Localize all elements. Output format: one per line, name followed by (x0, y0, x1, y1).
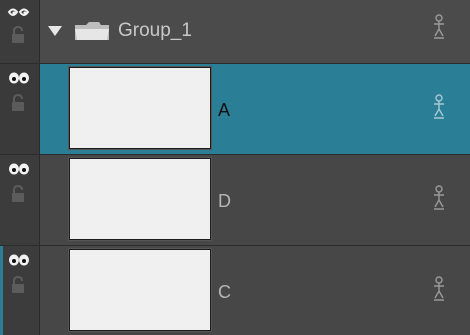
lock-icon[interactable] (11, 276, 25, 294)
eye-icon[interactable] (7, 71, 31, 85)
folder-icon (75, 22, 109, 40)
eye-icon[interactable] (7, 162, 31, 176)
drop-indicator (0, 246, 3, 335)
puppet-icon[interactable] (431, 185, 447, 211)
layer-thumbnail[interactable] (69, 158, 211, 240)
group-name[interactable]: Group_1 (118, 20, 192, 42)
lock-icon[interactable] (11, 185, 25, 203)
puppet-icon[interactable] (431, 276, 447, 302)
puppet-icon[interactable] (431, 14, 447, 40)
layer-thumbnail[interactable] (69, 249, 211, 331)
layer-name[interactable]: D (218, 191, 231, 212)
layer-name[interactable]: C (218, 282, 231, 303)
layer-row[interactable]: C (0, 246, 470, 335)
chevron-down-icon[interactable] (48, 25, 62, 37)
eye-closed-icon[interactable] (7, 7, 31, 21)
group-gutter (0, 0, 40, 63)
layer-gutter (0, 64, 40, 154)
layer-gutter (0, 155, 40, 245)
layer-name[interactable]: A (218, 100, 230, 121)
eye-icon[interactable] (7, 253, 31, 267)
lock-icon[interactable] (11, 94, 25, 112)
lock-icon[interactable] (11, 26, 25, 44)
layer-row[interactable]: A (0, 64, 470, 155)
layer-row[interactable]: D (0, 155, 470, 246)
puppet-icon[interactable] (431, 94, 447, 120)
layer-thumbnail[interactable] (69, 67, 211, 149)
layer-gutter (0, 246, 40, 335)
group-row[interactable]: Group_1 (0, 0, 470, 64)
layers-panel: Group_1 A D C (0, 0, 470, 335)
